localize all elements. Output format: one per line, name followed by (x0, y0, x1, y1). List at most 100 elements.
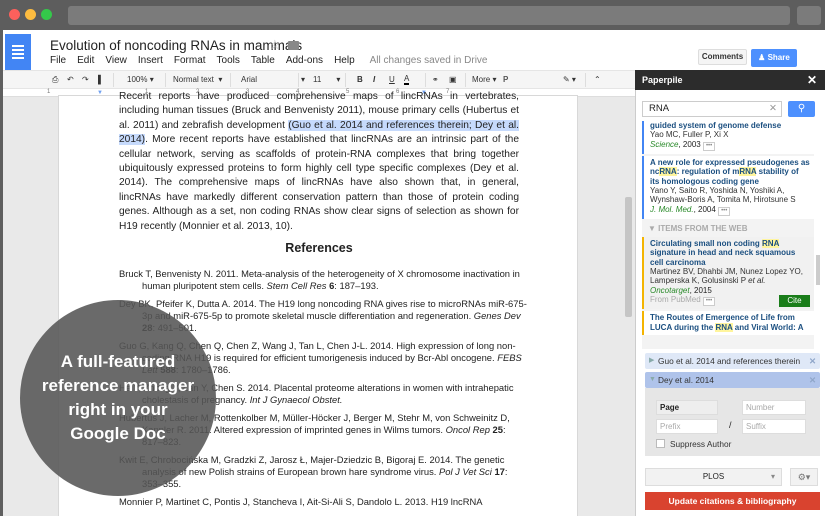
collapse-icon[interactable]: ⌃ (594, 75, 601, 84)
page-number-input[interactable]: Number (742, 400, 806, 415)
menu-tools[interactable]: Tools (217, 55, 240, 66)
result-title[interactable]: guided system of genome defense (650, 121, 810, 130)
cite-button[interactable]: Cite (779, 295, 810, 307)
redo-icon[interactable]: ↷ (82, 75, 89, 84)
docs-logo-icon[interactable] (5, 34, 31, 70)
font-size-select[interactable]: 11▾ (313, 75, 340, 84)
underline-button[interactable]: U (389, 75, 395, 84)
search-value: RNA (649, 103, 669, 114)
italic-button[interactable]: I (373, 75, 375, 84)
body-paragraph[interactable]: Recent reports have produced comprehensi… (119, 90, 519, 234)
suffix-input[interactable]: Suffix (742, 419, 806, 434)
et-al: et al. (748, 276, 765, 285)
folder-icon[interactable] (288, 41, 299, 50)
star-icon[interactable]: ☆ (269, 37, 281, 53)
window-chrome (0, 0, 825, 30)
paint-format-icon[interactable]: ▌ (98, 75, 104, 84)
browser-menu-button[interactable] (797, 6, 821, 25)
ref-volume: 25 (493, 424, 503, 435)
print-icon[interactable]: ⎙ (52, 75, 58, 85)
font-size-value: 11 (313, 75, 321, 84)
citation-item[interactable]: ▶Guo et al. 2014 and references therein✕ (645, 353, 820, 369)
search-highlight: RNA (762, 239, 779, 248)
citation-style-select[interactable]: PLOS▾ (645, 468, 782, 486)
result-journal: J. Mol. Med. (650, 205, 694, 214)
comment-icon[interactable]: ▣ (449, 75, 457, 84)
update-citations-button[interactable]: Update citations & bibliography (645, 492, 820, 510)
web-items-header[interactable]: ▼ ITEMS FROM THE WEB (642, 221, 814, 237)
menu-addons[interactable]: Add-ons (286, 55, 323, 66)
document-title[interactable]: Evolution of noncoding RNAs in mammals (50, 38, 302, 53)
search-highlight: RNA (739, 167, 756, 176)
comments-button[interactable]: Comments (698, 49, 747, 65)
settings-gear-icon[interactable]: ⚙▾ (790, 468, 818, 486)
result-title[interactable]: The Routes of Emergence of Life from LUC… (650, 313, 810, 332)
menu-help[interactable]: Help (334, 55, 355, 66)
menu-file[interactable]: File (50, 55, 66, 66)
result-authors: Yano Y, Saito R, Yoshida N, Yoshiki A, W… (650, 186, 810, 205)
text-color-button[interactable]: A (404, 74, 409, 85)
menu-format[interactable]: Format (174, 55, 206, 66)
paperpile-icon[interactable]: P (503, 75, 508, 84)
result-title[interactable]: Circulating small non coding RNA signatu… (650, 239, 810, 267)
bold-button[interactable]: B (357, 75, 363, 84)
search-button[interactable]: ⚲ (788, 101, 815, 117)
font-select[interactable]: Arial▾ (241, 75, 305, 84)
ref-text: Monnier P, Martinet C, Pontis J, Stanche… (119, 496, 483, 507)
close-icon[interactable]: ✕ (807, 70, 817, 90)
remove-citation-icon[interactable]: ✕ (809, 353, 816, 369)
result-authors: Martinez BV, Dhahbi JM, Nunez Lopez YO, … (650, 267, 810, 286)
more-options-button[interactable]: ••• (703, 297, 715, 306)
more-button[interactable]: More ▾ (472, 75, 496, 84)
suppress-author-checkbox[interactable]: Suppress Author (656, 439, 731, 449)
references-heading: References (59, 241, 579, 255)
page-type-select[interactable]: Page (656, 400, 718, 415)
close-window-button[interactable] (9, 9, 20, 20)
paperpile-sidebar: RNA ✕ ⚲ guided system of genome defense Y… (635, 90, 825, 516)
zoom-value: 100% (127, 75, 147, 84)
link-icon[interactable]: ⚭ (432, 75, 439, 84)
more-options-button[interactable]: ••• (703, 142, 715, 151)
menu-edit[interactable]: Edit (77, 55, 94, 66)
ref-journal: Pol J Vet Sci (439, 466, 492, 477)
results-scrollbar[interactable] (816, 255, 820, 285)
citation-item-expanded[interactable]: ▼Dey et al. 2014✕ (645, 372, 820, 388)
editing-mode-icon[interactable]: ✎ ▾ (563, 75, 576, 84)
document-scrollbar[interactable] (625, 197, 632, 317)
ref-journal: Stem Cell Res (267, 280, 327, 291)
search-input[interactable]: RNA ✕ (642, 101, 782, 117)
minimize-window-button[interactable] (25, 9, 36, 20)
search-highlight: RNA (715, 323, 732, 332)
undo-icon[interactable]: ↶ (67, 75, 74, 84)
font-value: Arial (241, 75, 257, 84)
clear-search-icon[interactable]: ✕ (769, 102, 777, 116)
ref-volume: 17 (494, 466, 504, 477)
title-text: : regulation of m (677, 167, 740, 176)
citation-editor: Page Number Prefix / Suffix Suppress Aut… (645, 388, 820, 456)
address-bar[interactable] (68, 6, 790, 25)
checkbox[interactable] (656, 439, 665, 448)
web-result-item[interactable]: Circulating small non coding RNA signatu… (642, 237, 814, 309)
remove-citation-icon[interactable]: ✕ (809, 372, 816, 388)
search-results[interactable]: guided system of genome defense Yao MC, … (642, 121, 814, 349)
zoom-select[interactable]: 100% ▾ (127, 75, 154, 84)
paperpile-title: Paperpile (642, 75, 683, 85)
reference-item: Monnier P, Martinet C, Pontis J, Stanche… (119, 496, 529, 508)
menu-table[interactable]: Table (251, 55, 275, 66)
result-item[interactable]: guided system of genome defense Yao MC, … (642, 121, 814, 154)
prefix-input[interactable]: Prefix (656, 419, 718, 434)
menu-insert[interactable]: Insert (138, 55, 163, 66)
promo-line: Google Doc (20, 422, 216, 446)
web-result-item[interactable]: The Routes of Emergence of Life from LUC… (642, 311, 814, 335)
result-item[interactable]: A new role for expressed pseudogenes as … (642, 156, 814, 219)
promo-line: right in your (20, 398, 216, 422)
share-button[interactable]: ♟ Share (751, 49, 797, 67)
style-select[interactable]: Normal text ▾ (173, 75, 222, 84)
expand-icon[interactable]: ▶ (649, 353, 654, 369)
menu-view[interactable]: View (105, 55, 127, 66)
maximize-window-button[interactable] (41, 9, 52, 20)
more-options-button[interactable]: ••• (718, 207, 730, 216)
google-docs-window: Evolution of noncoding RNAs in mammals ☆… (3, 30, 825, 516)
collapse-icon[interactable]: ▼ (649, 372, 656, 388)
result-title[interactable]: A new role for expressed pseudogenes as … (650, 158, 810, 186)
